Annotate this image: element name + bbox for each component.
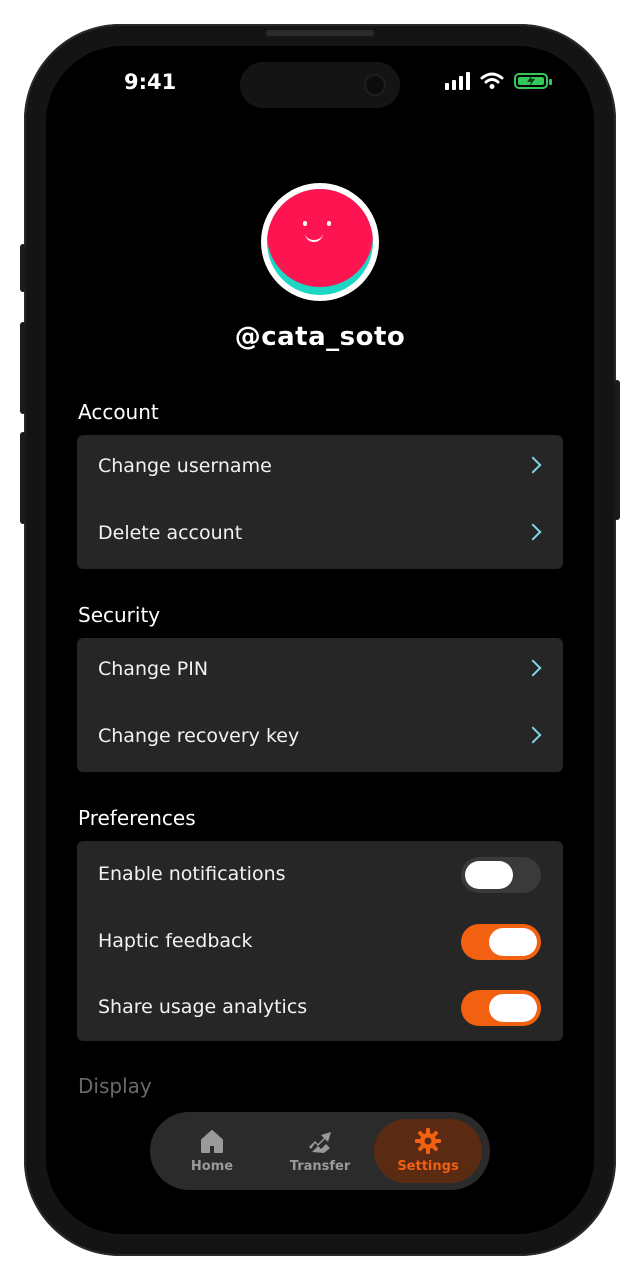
enable-notifications-toggle[interactable] xyxy=(461,857,541,893)
haptic-feedback-row: Haptic feedback xyxy=(77,908,563,974)
toggle-knob xyxy=(489,994,537,1022)
avatar-face xyxy=(267,189,373,287)
tab-transfer[interactable]: Transfer xyxy=(266,1119,374,1183)
haptic-feedback-toggle[interactable] xyxy=(461,924,541,960)
camera-icon xyxy=(364,74,386,96)
screen: 9:41 @cata_soto Account Change username … xyxy=(46,46,594,1234)
username-label: @cata_soto xyxy=(234,322,406,352)
cellular-signal-icon xyxy=(445,72,470,90)
delete-account-row[interactable]: Delete account xyxy=(77,502,563,568)
volume-down-button xyxy=(20,432,26,524)
tab-bar: Home Transfer Settings xyxy=(150,1112,490,1190)
tab-label: Settings xyxy=(397,1159,459,1174)
section-title-security: Security xyxy=(78,603,161,627)
row-label: Enable notifications xyxy=(98,863,286,885)
change-recovery-key-row[interactable]: Change recovery key xyxy=(77,705,563,771)
tab-home[interactable]: Home xyxy=(158,1119,266,1183)
share-usage-analytics-row: Share usage analytics xyxy=(77,974,563,1040)
tab-label: Home xyxy=(190,1159,234,1174)
silent-switch xyxy=(20,244,26,292)
dynamic-island xyxy=(240,62,400,108)
battery-charging-icon xyxy=(514,73,552,89)
gear-icon xyxy=(415,1128,441,1154)
account-card: Change username Delete account xyxy=(77,435,563,569)
avatar[interactable] xyxy=(261,183,379,301)
enable-notifications-row: Enable notifications xyxy=(77,841,563,907)
toggle-knob xyxy=(489,928,537,956)
chevron-right-icon xyxy=(524,523,542,541)
tab-label: Transfer xyxy=(289,1159,351,1174)
change-pin-row[interactable]: Change PIN xyxy=(77,638,563,704)
section-title-display: Display xyxy=(78,1074,152,1098)
speaker-grille xyxy=(266,30,374,36)
row-label: Share usage analytics xyxy=(98,996,308,1018)
status-bar: 9:41 xyxy=(46,46,594,126)
toggle-knob xyxy=(465,861,513,889)
transfer-icon xyxy=(309,1132,331,1153)
power-button xyxy=(614,380,620,520)
volume-up-button xyxy=(20,322,26,414)
row-label: Haptic feedback xyxy=(98,930,253,952)
status-time: 9:41 xyxy=(124,70,177,94)
row-label: Delete account xyxy=(98,522,243,544)
tab-settings[interactable]: Settings xyxy=(374,1119,482,1183)
section-title-account: Account xyxy=(78,400,159,424)
row-label: Change recovery key xyxy=(98,725,300,747)
row-label: Change PIN xyxy=(98,658,209,680)
preferences-card: Enable notifications Haptic feedback Sha… xyxy=(77,841,563,1041)
security-card: Change PIN Change recovery key xyxy=(77,638,563,772)
chevron-right-icon xyxy=(524,659,542,677)
row-label: Change username xyxy=(98,455,272,477)
home-icon xyxy=(201,1130,223,1153)
change-username-row[interactable]: Change username xyxy=(77,435,563,501)
status-icons xyxy=(445,72,552,90)
section-title-preferences: Preferences xyxy=(78,806,196,830)
chevron-right-icon xyxy=(524,726,542,744)
wifi-icon xyxy=(480,72,504,89)
share-usage-analytics-toggle[interactable] xyxy=(461,990,541,1026)
chevron-right-icon xyxy=(524,456,542,474)
